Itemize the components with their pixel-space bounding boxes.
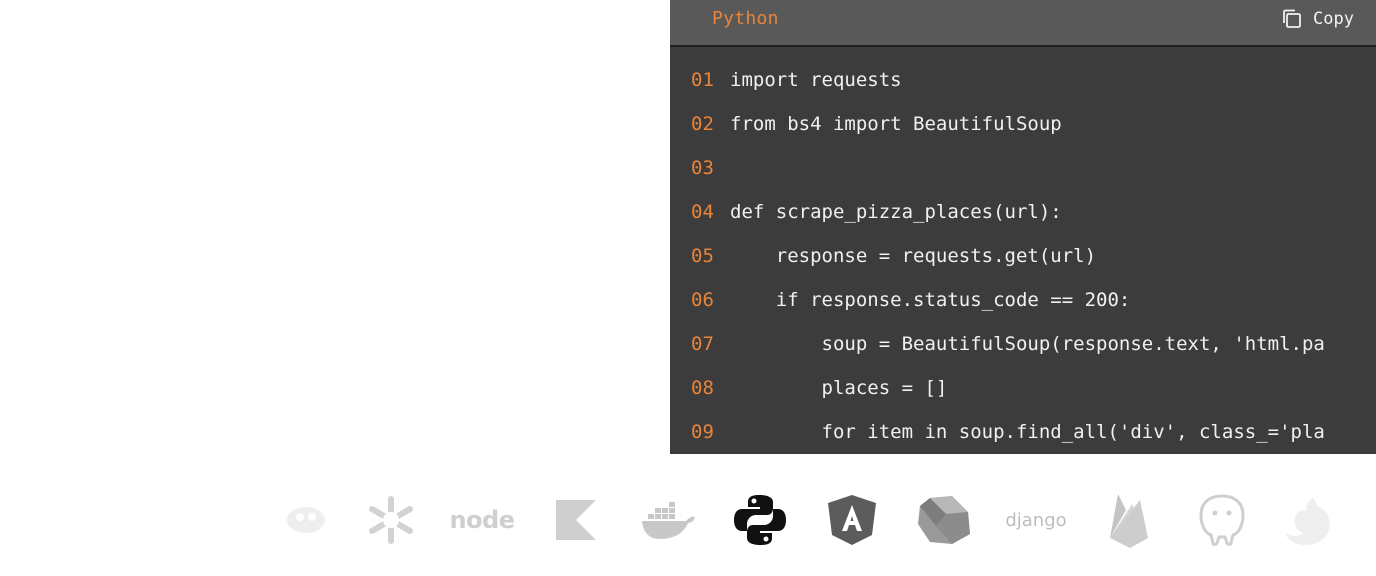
line-code: if response.status_code == 200:: [730, 289, 1131, 311]
code-line: 04 def scrape_pizza_places(url):: [670, 190, 1376, 234]
line-number: 02: [691, 113, 714, 135]
line-code: response = requests.get(url): [730, 245, 1097, 267]
dart-icon: [915, 490, 973, 550]
code-line: 08 places = []: [670, 366, 1376, 410]
copy-icon: [1281, 8, 1303, 30]
line-number: 06: [691, 289, 714, 311]
line-number: 05: [691, 245, 714, 267]
code-line: 02 from bs4 import BeautifulSoup: [670, 102, 1376, 146]
line-number: 09: [691, 421, 714, 443]
django-icon: django: [1004, 490, 1068, 550]
code-line: 07 soup = BeautifulSoup(response.text, '…: [670, 322, 1376, 366]
firebase-icon: [1106, 490, 1152, 550]
copy-button[interactable]: Copy: [1281, 6, 1354, 32]
line-code: places = []: [730, 377, 948, 399]
nodejs-wordmark: node: [449, 506, 515, 534]
line-number: 07: [691, 333, 714, 355]
go-icon: [286, 490, 328, 550]
line-number: 03: [691, 157, 714, 179]
nestjs-icon: [1283, 490, 1337, 550]
line-number: 01: [691, 69, 714, 91]
code-block: Python Copy 01 import requests 02 from b…: [670, 0, 1376, 454]
copy-label: Copy: [1313, 9, 1354, 29]
code-line: 06 if response.status_code == 200:: [670, 278, 1376, 322]
django-wordmark: django: [1005, 509, 1067, 531]
line-code: def scrape_pizza_places(url):: [730, 201, 1062, 223]
docker-icon: [640, 490, 696, 550]
line-number: 08: [691, 377, 714, 399]
kotlin-icon: [553, 490, 599, 550]
code-line: 09 for item in soup.find_all('div', clas…: [670, 410, 1376, 454]
code-line: 03: [670, 146, 1376, 190]
postgresql-icon: [1195, 490, 1249, 550]
line-number: 04: [691, 201, 714, 223]
code-line: 05 response = requests.get(url): [670, 234, 1376, 278]
line-code: from bs4 import BeautifulSoup: [730, 113, 1062, 135]
line-code: import requests: [730, 69, 902, 91]
nix-icon: [363, 490, 419, 550]
code-block-header: Python Copy: [670, 0, 1376, 47]
language-label: Python: [712, 8, 779, 29]
line-code: for item in soup.find_all('div', class_=…: [730, 421, 1325, 443]
line-code: soup = BeautifulSoup(response.text, 'htm…: [730, 333, 1325, 355]
angular-icon: [825, 490, 879, 550]
python-icon: [733, 490, 787, 550]
nodejs-icon: node: [449, 490, 515, 550]
code-line: 01 import requests: [670, 58, 1376, 102]
code-body: 01 import requests 02 from bs4 import Be…: [670, 47, 1376, 454]
tech-logo-carousel: node django: [0, 480, 1376, 560]
